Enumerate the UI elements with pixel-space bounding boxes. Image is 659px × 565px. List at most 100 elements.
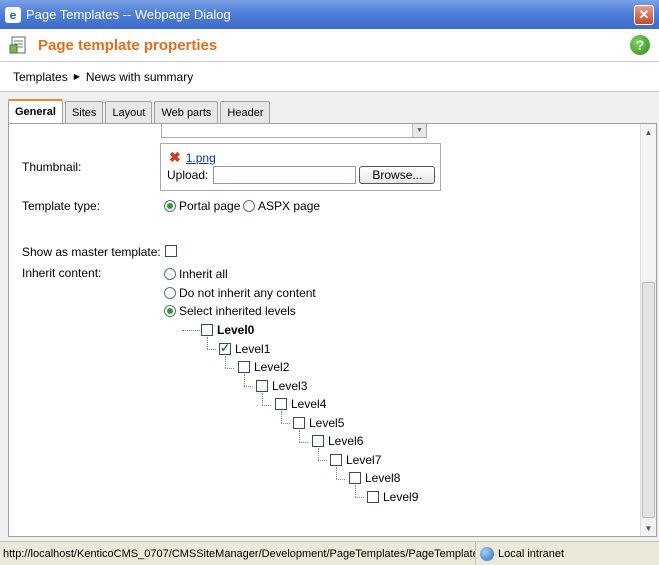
scroll-up-icon[interactable]: ▲ bbox=[641, 124, 656, 140]
tree-item-level7[interactable]: Level7 bbox=[330, 453, 381, 467]
level-label: Level8 bbox=[365, 471, 401, 485]
breadcrumb-templates-link[interactable]: Templates bbox=[13, 70, 68, 84]
tab-header[interactable]: Header bbox=[220, 101, 271, 123]
tree-connector bbox=[207, 349, 216, 350]
level-label: Level7 bbox=[346, 453, 382, 467]
tree-item-level6[interactable]: Level6 bbox=[312, 434, 363, 448]
radio-inherit-all[interactable]: Inherit all bbox=[164, 267, 228, 281]
tree-connector bbox=[262, 405, 271, 406]
radio-selected-icon[interactable] bbox=[164, 200, 176, 212]
tab-layout[interactable]: Layout bbox=[105, 101, 153, 123]
radio-do-not-inherit[interactable]: Do not inherit any content bbox=[164, 286, 316, 300]
radio-portal-page[interactable]: Portal page bbox=[164, 199, 240, 213]
page-title: Page template properties bbox=[38, 36, 218, 54]
general-panel: ▼ Thumbnail: ✖ 1.png Upload: Browse... T… bbox=[8, 123, 657, 537]
thumbnail-label: Thumbnail: bbox=[22, 160, 82, 174]
level-checkbox[interactable] bbox=[367, 491, 379, 503]
scrollbar-thumb[interactable] bbox=[642, 282, 655, 518]
security-zone: Local intranet bbox=[475, 542, 564, 565]
level-label: Level3 bbox=[272, 379, 308, 393]
scroll-down-icon[interactable]: ▼ bbox=[641, 520, 656, 536]
tree-item-level8[interactable]: Level8 bbox=[349, 471, 400, 485]
level-label: Level0 bbox=[217, 323, 255, 337]
tree-item-level9[interactable]: Level9 bbox=[367, 490, 418, 504]
tab-strip: General Sites Layout Web parts Header bbox=[8, 99, 272, 123]
tree-connector bbox=[318, 460, 327, 461]
window-title: Page Templates -- Webpage Dialog bbox=[26, 7, 231, 22]
delete-icon[interactable]: ✖ bbox=[169, 149, 181, 166]
tree-connector bbox=[281, 411, 282, 423]
level-checkbox[interactable] bbox=[256, 380, 268, 392]
tab-web-parts[interactable]: Web parts bbox=[154, 101, 219, 123]
master-template-checkbox[interactable] bbox=[165, 245, 177, 257]
level-label: Level6 bbox=[328, 434, 364, 448]
radio-select-levels[interactable]: Select inherited levels bbox=[164, 304, 296, 318]
tree-item-level2[interactable]: Level2 bbox=[238, 360, 289, 374]
tree-connector bbox=[262, 393, 263, 405]
level-checkbox[interactable] bbox=[293, 417, 305, 429]
vertical-scrollbar[interactable]: ▲ ▼ bbox=[640, 124, 656, 536]
radio-label: ASPX page bbox=[258, 199, 321, 213]
radio-selected-icon[interactable] bbox=[164, 305, 176, 317]
tree-connector bbox=[299, 442, 308, 443]
template-type-label: Template type: bbox=[22, 199, 101, 213]
page-template-icon bbox=[9, 36, 26, 54]
status-url: http://localhost/KenticoCMS_0707/CMSSite… bbox=[3, 547, 475, 560]
tab-general[interactable]: General bbox=[8, 99, 63, 123]
title-bar: e Page Templates -- Webpage Dialog ✕ bbox=[0, 0, 659, 29]
level-label: Level1 bbox=[235, 342, 271, 356]
thumbnail-file-link[interactable]: 1.png bbox=[186, 151, 216, 165]
help-icon[interactable]: ? bbox=[630, 35, 650, 55]
level-checkbox[interactable] bbox=[201, 324, 213, 336]
radio-label: Do not inherit any content bbox=[179, 286, 316, 300]
radio-unselected-icon[interactable] bbox=[164, 268, 176, 280]
globe-icon bbox=[480, 546, 494, 561]
tree-connector bbox=[336, 467, 337, 479]
status-bar: http://localhost/KenticoCMS_0707/CMSSite… bbox=[0, 541, 659, 565]
tree-connector bbox=[182, 330, 200, 331]
tree-connector bbox=[355, 497, 364, 498]
level-checkbox[interactable] bbox=[349, 472, 361, 484]
radio-aspx-page[interactable]: ASPX page bbox=[243, 199, 320, 213]
thumbnail-box: ✖ 1.png Upload: Browse... bbox=[160, 143, 441, 191]
tree-item-level4[interactable]: Level4 bbox=[275, 397, 326, 411]
upload-row: Upload: Browse... bbox=[167, 166, 436, 184]
level-checkbox-checked[interactable] bbox=[219, 341, 231, 355]
tree-item-level0[interactable]: Level0 bbox=[201, 323, 254, 337]
radio-unselected-icon[interactable] bbox=[164, 287, 176, 299]
browse-button[interactable]: Browse... bbox=[359, 166, 436, 184]
inherit-content-label: Inherit content: bbox=[22, 266, 102, 280]
chevron-down-icon[interactable]: ▼ bbox=[412, 124, 426, 137]
level-label: Level4 bbox=[291, 397, 327, 411]
thumbnail-file: ✖ 1.png bbox=[169, 149, 216, 166]
tree-connector bbox=[336, 479, 345, 480]
breadcrumb-current: News with summary bbox=[85, 69, 194, 84]
level-checkbox[interactable] bbox=[238, 361, 250, 373]
tree-connector bbox=[281, 423, 290, 424]
radio-unselected-icon[interactable] bbox=[243, 200, 255, 212]
breadcrumb: Templates ▶ News with summary bbox=[0, 62, 659, 92]
radio-label: Inherit all bbox=[179, 267, 228, 281]
dialog-header: Page template properties ? bbox=[0, 29, 659, 62]
ie-icon: e bbox=[5, 6, 21, 23]
level-checkbox[interactable] bbox=[275, 398, 287, 410]
master-template-label: Show as master template: bbox=[22, 245, 161, 259]
tree-connector bbox=[318, 448, 319, 460]
level-checkbox[interactable] bbox=[330, 454, 342, 466]
tab-sites[interactable]: Sites bbox=[64, 101, 104, 123]
level-label: Level9 bbox=[383, 490, 419, 504]
tree-item-level1[interactable]: Level1 bbox=[219, 341, 271, 356]
tree-item-level3[interactable]: Level3 bbox=[256, 379, 307, 393]
close-button[interactable]: ✕ bbox=[634, 5, 654, 25]
level-checkbox[interactable] bbox=[312, 435, 324, 447]
radio-label: Select inherited levels bbox=[179, 304, 296, 318]
tree-connector bbox=[225, 356, 226, 368]
partial-dropdown[interactable]: ▼ bbox=[161, 124, 427, 138]
level-label: Level2 bbox=[254, 360, 290, 374]
tree-item-level5[interactable]: Level5 bbox=[293, 416, 344, 430]
tree-connector bbox=[225, 368, 234, 369]
zone-label: Local intranet bbox=[498, 547, 565, 560]
breadcrumb-separator-icon: ▶ bbox=[73, 72, 80, 81]
upload-label: Upload: bbox=[167, 168, 209, 182]
upload-file-input[interactable] bbox=[213, 166, 357, 184]
